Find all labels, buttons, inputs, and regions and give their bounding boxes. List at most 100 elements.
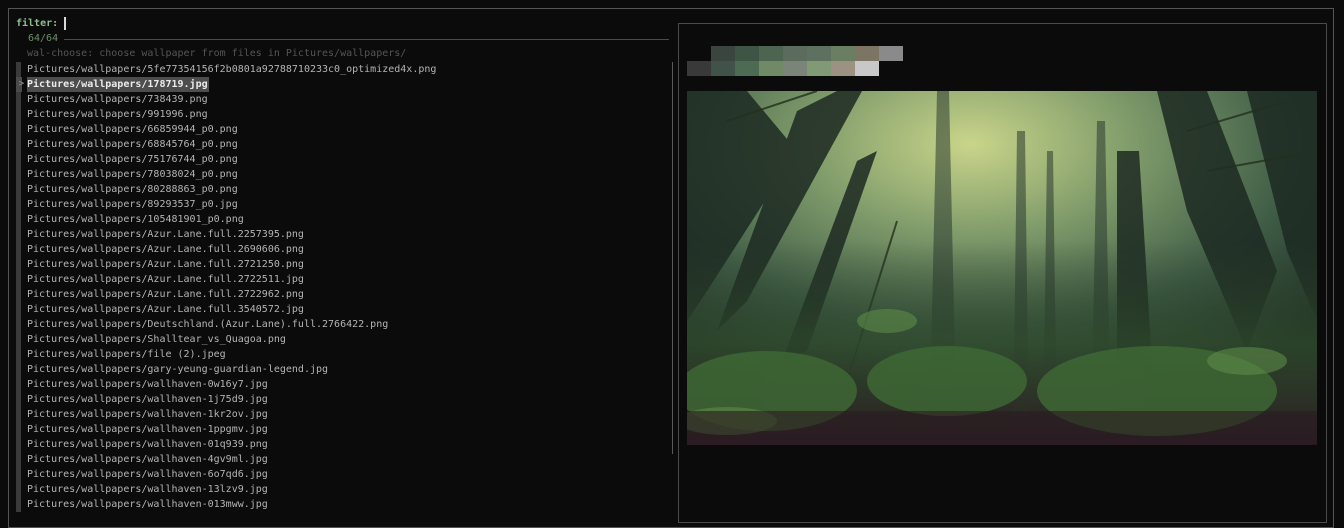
row-gutter [16,227,21,242]
file-path: Pictures/wallpapers/wallhaven-01q939.png [27,439,268,450]
row-gutter [16,167,21,182]
file-path: Pictures/wallpapers/5fe77354156f2b0801a9… [27,64,437,75]
list-item[interactable]: Pictures/wallpapers/Azur.Lane.full.27212… [16,257,671,272]
file-path: Pictures/wallpapers/wallhaven-1ppgmv.jpg [27,424,268,435]
row-gutter [16,482,21,497]
file-path: Pictures/wallpapers/wallhaven-0w16y7.jpg [27,379,268,390]
list-item[interactable]: Pictures/wallpapers/wallhaven-1ppgmv.jpg [16,422,671,437]
palette-swatch [783,61,807,76]
list-item[interactable]: Pictures/wallpapers/wallhaven-0w16y7.jpg [16,377,671,392]
file-path: Pictures/wallpapers/Azur.Lane.full.27212… [27,259,304,270]
list-item[interactable]: Pictures/wallpapers/wallhaven-6o7qd6.jpg [16,467,671,482]
list-item[interactable]: Pictures/wallpapers/Azur.Lane.full.22573… [16,227,671,242]
list-item[interactable]: Pictures/wallpapers/Shalltear_vs_Quagoa.… [16,332,671,347]
row-gutter [16,302,21,317]
palette-swatch [711,46,735,61]
filter-row[interactable]: filter: [16,17,67,30]
header-message: wal-choose: choose wallpaper from files … [27,48,407,59]
file-path: Pictures/wallpapers/wallhaven-4gv9ml.jpg [27,454,268,465]
list-item[interactable]: Pictures/wallpapers/68845764_p0.png [16,137,671,152]
row-gutter [16,377,21,392]
file-path: Pictures/wallpapers/75176744_p0.png [27,154,238,165]
list-item[interactable]: Pictures/wallpapers/wallhaven-13lzv9.jpg [16,482,671,497]
file-path: Pictures/wallpapers/66859944_p0.png [27,124,238,135]
list-item[interactable]: Pictures/wallpapers/80288863_p0.png [16,182,671,197]
row-gutter [16,152,21,167]
palette-swatch [831,46,855,61]
file-path: Pictures/wallpapers/991996.png [27,109,208,120]
list-item[interactable]: Pictures/wallpapers/738439.png [16,92,671,107]
row-gutter [16,332,21,347]
palette-swatch [855,46,879,61]
palette-swatch [759,46,783,61]
palette-swatch [759,61,783,76]
list-item[interactable]: Pictures/wallpapers/wallhaven-01q939.png [16,437,671,452]
list-item[interactable]: Pictures/wallpapers/wallhaven-013mww.jpg [16,497,671,512]
list-item[interactable]: Pictures/wallpapers/Azur.Lane.full.27229… [16,287,671,302]
row-gutter [16,62,21,77]
palette-swatch [687,61,711,76]
file-path: Pictures/wallpapers/Azur.Lane.full.26906… [27,244,304,255]
list-item[interactable]: Pictures/wallpapers/66859944_p0.png [16,122,671,137]
file-path: Pictures/wallpapers/738439.png [27,94,208,105]
file-path: Pictures/wallpapers/wallhaven-6o7qd6.jpg [27,469,268,480]
file-path: Pictures/wallpapers/file (2).jpeg [27,349,226,360]
file-path: Pictures/wallpapers/80288863_p0.png [27,184,238,195]
list-item[interactable]: Pictures/wallpapers/Azur.Lane.full.27225… [16,272,671,287]
palette-swatch [807,46,831,61]
file-path: Pictures/wallpapers/89293537_p0.jpg [27,199,238,210]
row-gutter [16,422,21,437]
list-item[interactable]: Pictures/wallpapers/Azur.Lane.full.26906… [16,242,671,257]
palette-swatch [855,61,879,76]
list-item[interactable]: > Pictures/wallpapers/178719.jpg [16,77,671,92]
palette-swatch [879,46,903,61]
row-gutter [16,212,21,227]
palette-swatch [735,46,759,61]
list-item[interactable]: Pictures/wallpapers/Azur.Lane.full.35405… [16,302,671,317]
row-gutter [16,137,21,152]
match-counter-row: 64/64 [28,33,669,45]
row-gutter [16,317,21,332]
list-item[interactable]: Pictures/wallpapers/wallhaven-4gv9ml.jpg [16,452,671,467]
list-item[interactable]: Pictures/wallpapers/75176744_p0.png [16,152,671,167]
file-path: Pictures/wallpapers/Azur.Lane.full.27229… [27,289,304,300]
list-item[interactable]: Pictures/wallpapers/5fe77354156f2b0801a9… [16,62,671,77]
row-gutter [16,197,21,212]
counter-separator [64,38,669,40]
row-gutter [16,467,21,482]
row-gutter [16,362,21,377]
row-gutter [16,347,21,362]
row-gutter [16,287,21,302]
list-item[interactable]: Pictures/wallpapers/gary-yeung-guardian-… [16,362,671,377]
match-counter: 64/64 [28,33,59,44]
file-path: Pictures/wallpapers/68845764_p0.png [27,139,238,150]
list-item[interactable]: Pictures/wallpapers/89293537_p0.jpg [16,197,671,212]
file-path: Pictures/wallpapers/78038024_p0.png [27,169,238,180]
row-gutter [16,182,21,197]
filter-label: filter: [16,18,59,29]
file-path: Pictures/wallpapers/178719.jpg [27,77,209,92]
list-item[interactable]: Pictures/wallpapers/78038024_p0.png [16,167,671,182]
row-gutter [16,272,21,287]
list-item[interactable]: Pictures/wallpapers/105481901_p0.png [16,212,671,227]
row-gutter [16,437,21,452]
row-gutter [16,92,21,107]
file-path: Pictures/wallpapers/Azur.Lane.full.35405… [27,304,304,315]
row-gutter [16,122,21,137]
list-item[interactable]: Pictures/wallpapers/file (2).jpeg [16,347,671,362]
file-path: Pictures/wallpapers/wallhaven-13lzv9.jpg [27,484,268,495]
palette-swatch [711,61,735,76]
row-gutter [16,242,21,257]
list-item[interactable]: Pictures/wallpapers/wallhaven-1j75d9.jpg [16,392,671,407]
file-list[interactable]: Pictures/wallpapers/5fe77354156f2b0801a9… [16,62,671,512]
row-gutter [16,407,21,422]
file-path: Pictures/wallpapers/wallhaven-013mww.jpg [27,499,268,510]
row-gutter [16,107,21,122]
file-path: Pictures/wallpapers/Azur.Lane.full.22573… [27,229,304,240]
list-item[interactable]: Pictures/wallpapers/wallhaven-1kr2ov.jpg [16,407,671,422]
row-gutter [16,452,21,467]
palette-swatch [735,61,759,76]
list-item[interactable]: Pictures/wallpapers/991996.png [16,107,671,122]
list-scrollbar[interactable] [672,62,673,454]
list-item[interactable]: Pictures/wallpapers/Deutschland.(Azur.La… [16,317,671,332]
